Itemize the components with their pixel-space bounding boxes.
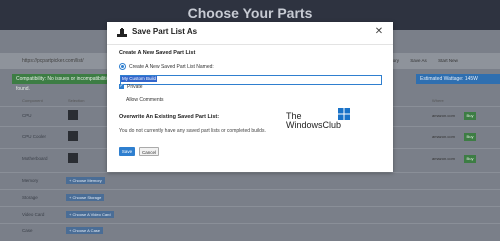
windows-logo-icon: [338, 108, 350, 120]
row-divider: [0, 172, 500, 173]
choose-storage-button[interactable]: + Choose Storage: [66, 194, 105, 201]
create-new-radio-label: Create A New Saved Part List Named:: [129, 63, 214, 70]
motherboard-thumbnail: [68, 153, 78, 163]
dialog-header: Save Part List As ✕: [107, 22, 393, 45]
list-name-value[interactable]: My Custom Build: [121, 76, 158, 82]
start-new-button[interactable]: Start New: [438, 58, 458, 63]
watermark-line2: WindowsClub: [286, 120, 342, 130]
row-label-video-card[interactable]: Video Card: [22, 212, 44, 217]
buy-button[interactable]: Buy: [464, 112, 476, 120]
list-name-input[interactable]: [120, 75, 382, 85]
create-new-radio-row[interactable]: Create A New Saved Part List Named:: [119, 63, 214, 70]
merchant-label: amazon.com: [432, 134, 455, 139]
create-new-radio[interactable]: [119, 63, 126, 70]
page-title: Choose Your Parts: [187, 5, 313, 21]
dialog-title: Save Part List As: [132, 27, 198, 36]
toolbar-buttons: History Save As Start New: [385, 58, 468, 63]
column-header-selection: Selection: [68, 98, 85, 103]
private-label: Private: [127, 83, 143, 90]
buy-button[interactable]: Buy: [464, 155, 476, 163]
choose-video-card-button[interactable]: + Choose A Video Card: [66, 211, 114, 218]
save-part-list-dialog: Save Part List As ✕ Create A New Saved P…: [107, 22, 393, 172]
create-new-heading: Create A New Saved Part List: [119, 50, 196, 56]
save-button[interactable]: Save: [119, 147, 135, 156]
merchant-label: amazon.com: [432, 113, 455, 118]
column-header-where: Where: [432, 98, 444, 103]
choose-case-button[interactable]: + Choose A Case: [66, 227, 104, 234]
row-label-case[interactable]: Case: [22, 228, 33, 233]
row-label-motherboard[interactable]: Motherboard: [22, 156, 48, 161]
private-checkbox-row[interactable]: ✓ Private: [119, 83, 143, 90]
thewindowsclub-watermark: The WindowsClub: [286, 108, 350, 130]
close-icon[interactable]: ✕: [373, 26, 385, 38]
cpu-thumbnail: [68, 110, 78, 120]
row-label-memory[interactable]: Memory: [22, 178, 38, 183]
save-as-button[interactable]: Save As: [410, 58, 427, 63]
cancel-button[interactable]: Cancel: [139, 147, 159, 156]
compatibility-banner: Compatibility: No issues or incompatibil…: [12, 74, 112, 92]
choose-memory-button[interactable]: + Choose Memory: [66, 177, 105, 184]
allow-comments-label[interactable]: Allow Comments: [126, 97, 164, 103]
no-lists-message: You do not currently have any saved part…: [119, 128, 266, 134]
row-label-cpu-cooler[interactable]: CPU Cooler: [22, 134, 46, 139]
overwrite-heading: Overwrite An Existing Saved Part List:: [119, 114, 220, 120]
column-header-component: Component: [22, 98, 43, 103]
row-divider: [0, 189, 500, 190]
pcpartpicker-logo-icon: [117, 28, 127, 37]
wattage-banner: Estimated Wattage: 145W: [416, 74, 500, 84]
row-label-storage[interactable]: Storage: [22, 195, 38, 200]
merchant-label: amazon.com: [432, 156, 455, 161]
cooler-thumbnail: [68, 131, 78, 141]
row-divider: [0, 206, 500, 207]
row-divider: [0, 223, 500, 224]
list-url[interactable]: https://pcpartpicker.com/list/: [22, 58, 84, 64]
private-checkbox[interactable]: ✓: [119, 84, 124, 89]
row-label-cpu[interactable]: CPU: [22, 113, 32, 118]
buy-button[interactable]: Buy: [464, 133, 476, 141]
